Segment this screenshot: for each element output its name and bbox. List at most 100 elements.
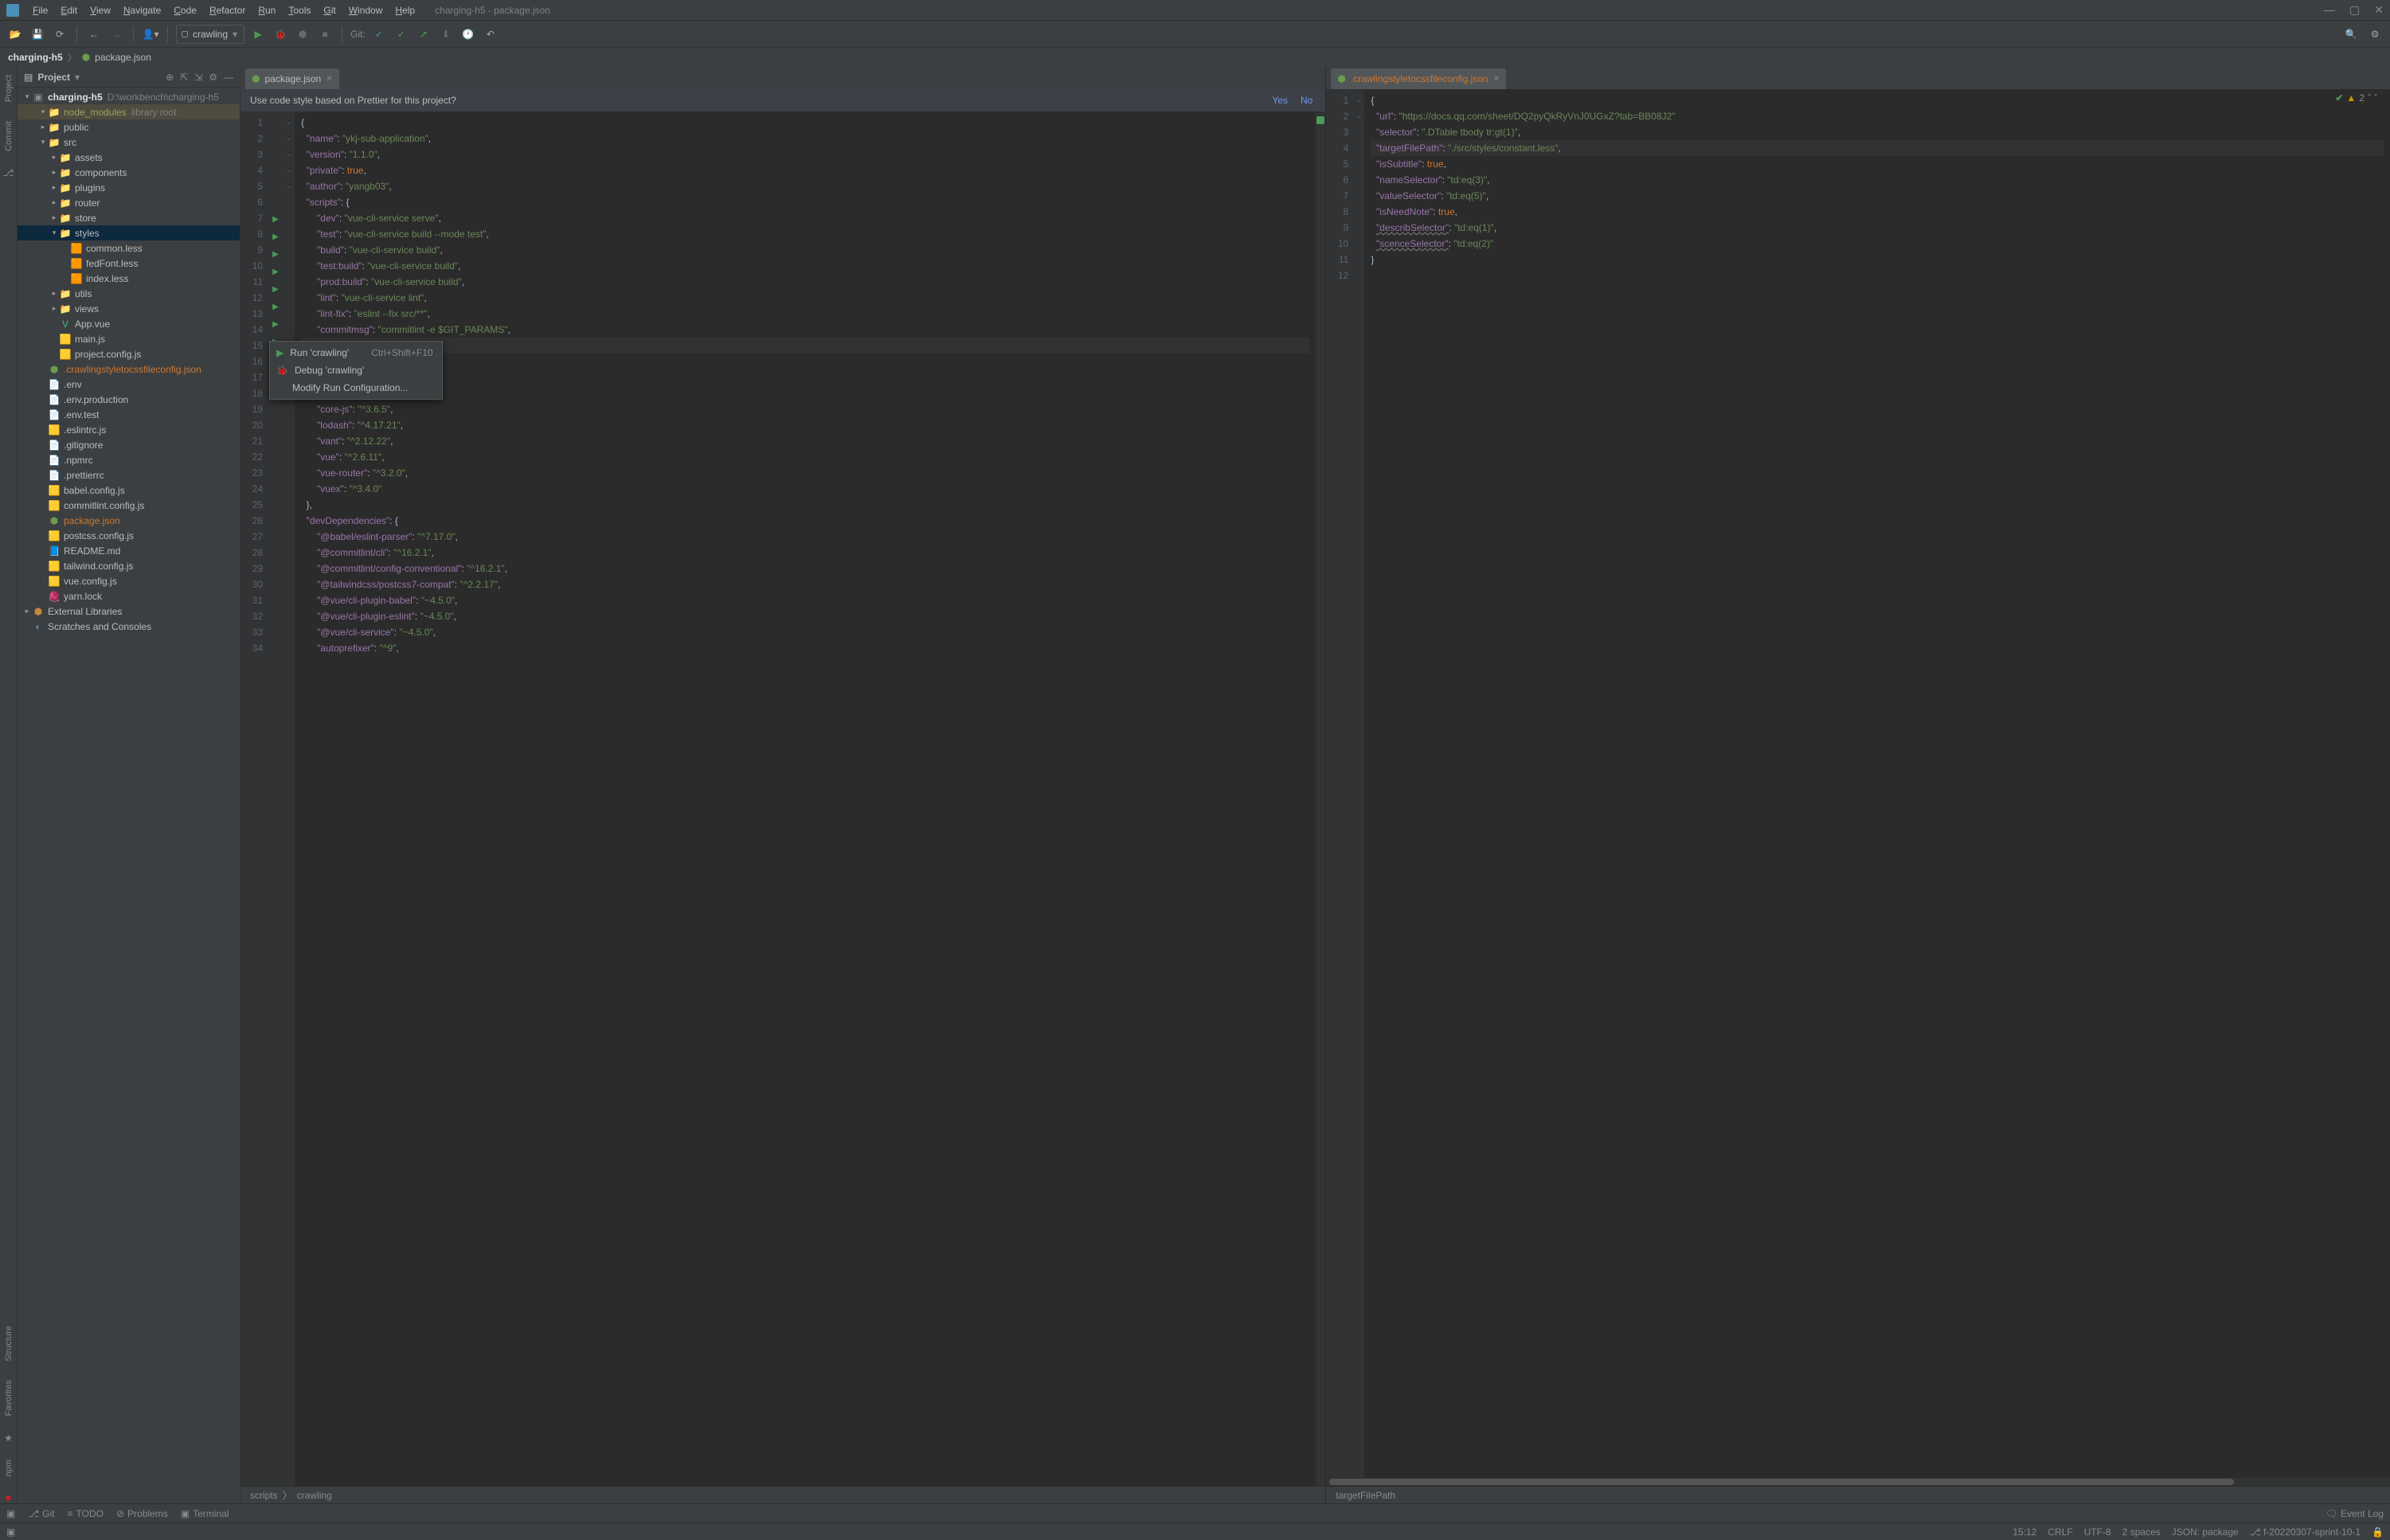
menu-view[interactable]: View: [84, 2, 116, 18]
git-clock-icon[interactable]: 🕐: [460, 25, 477, 43]
save-icon[interactable]: 💾: [29, 25, 46, 43]
menu-git[interactable]: Git: [318, 2, 341, 18]
tree-item[interactable]: 📄.prettierrc: [18, 467, 240, 483]
ctx-item[interactable]: ▶Run 'crawling'Ctrl+Shift+F10: [270, 344, 442, 362]
tab-crawling-config[interactable]: ⬢ .crawlingstyletocssfileconfig.json ✕: [1331, 68, 1506, 89]
menu-code[interactable]: Code: [168, 2, 202, 18]
tree-item[interactable]: 🧶yarn.lock: [18, 588, 240, 604]
chevron-up-icon[interactable]: ˆ: [2368, 92, 2371, 104]
tree-item[interactable]: ▸📁utils: [18, 286, 240, 301]
run-line-icon[interactable]: ▶: [272, 303, 279, 311]
hide-icon[interactable]: —: [224, 72, 233, 83]
editor-right-code[interactable]: 123456789101112 - - { "url": "https://do…: [1326, 89, 2390, 1478]
notif-yes[interactable]: Yes: [1272, 95, 1288, 106]
tool-tab-npm[interactable]: npm: [4, 1456, 14, 1479]
locate-icon[interactable]: ⊕: [166, 72, 174, 83]
run-line-icon[interactable]: ▶: [272, 215, 279, 224]
branch-icon[interactable]: ⎇: [3, 167, 14, 178]
tree-item[interactable]: ▸📁assets: [18, 150, 240, 165]
run-line-icon[interactable]: ▶: [272, 250, 279, 259]
tool-tab-structure[interactable]: Structure: [4, 1323, 14, 1365]
status-placeholder[interactable]: ▣: [6, 1526, 15, 1538]
horizontal-scrollbar[interactable]: [1326, 1478, 2390, 1486]
expand-icon[interactable]: ⇱: [180, 72, 188, 83]
status-branch[interactable]: ⎇ f-20220307-sprint-10-1: [2250, 1526, 2361, 1538]
tool-tab-event-log[interactable]: 🗨 Event Log: [2325, 1508, 2384, 1519]
tree-item[interactable]: 📄.npmrc: [18, 452, 240, 467]
crumb-item[interactable]: scripts: [250, 1490, 278, 1501]
tw-placeholder-icon[interactable]: ▣: [6, 1508, 15, 1519]
notif-no[interactable]: No: [1301, 95, 1312, 106]
menu-window[interactable]: Window: [343, 2, 389, 18]
run-line-icon[interactable]: ▶: [272, 268, 279, 276]
open-icon[interactable]: 📂: [6, 25, 24, 43]
tool-tab-project[interactable]: Project: [4, 72, 14, 105]
search-icon[interactable]: 🔍: [2342, 25, 2360, 43]
close-tab-icon[interactable]: ✕: [1493, 75, 1500, 84]
tree-item[interactable]: 🟧index.less: [18, 271, 240, 286]
tree-item[interactable]: 🟨tailwind.config.js: [18, 558, 240, 573]
tree-item[interactable]: VApp.vue: [18, 316, 240, 331]
tree-item[interactable]: 📄.env: [18, 377, 240, 392]
crumb-item[interactable]: crawling: [297, 1490, 332, 1501]
debug-icon[interactable]: 🐞: [272, 25, 289, 43]
tree-item[interactable]: 🟨vue.config.js: [18, 573, 240, 588]
minimize-icon[interactable]: —: [2324, 3, 2335, 17]
tree-root[interactable]: ▾ ▣ charging-h5 D:\workbench\charging-h5: [18, 89, 240, 104]
run-line-icon[interactable]: ▶: [272, 233, 279, 241]
tree-item[interactable]: 🟨project.config.js: [18, 346, 240, 362]
npm-icon[interactable]: ■: [6, 1492, 11, 1503]
tree-item[interactable]: ▸📁public: [18, 119, 240, 135]
settings-icon[interactable]: ⚙: [2366, 25, 2384, 43]
gear-icon[interactable]: ⚙: [209, 72, 217, 83]
tree-item[interactable]: 📘README.md: [18, 543, 240, 558]
tree-item[interactable]: 🟧fedFont.less: [18, 256, 240, 271]
menu-help[interactable]: Help: [389, 2, 420, 18]
tree-item[interactable]: 🟧common.less: [18, 240, 240, 256]
reload-icon[interactable]: ⟳: [51, 25, 68, 43]
menu-edit[interactable]: Edit: [55, 2, 83, 18]
tree-item[interactable]: ▾📁styles: [18, 225, 240, 240]
menu-refactor[interactable]: Refactor: [204, 2, 251, 18]
run-config-selector[interactable]: crawling ▾: [176, 25, 244, 44]
git-revert-icon[interactable]: ↶: [482, 25, 499, 43]
tree-item[interactable]: 📄.gitignore: [18, 437, 240, 452]
tree-item[interactable]: ▾📁node_moduleslibrary root: [18, 104, 240, 119]
star-icon[interactable]: ★: [4, 1433, 13, 1444]
tool-tab-favorites[interactable]: Favorites: [4, 1377, 14, 1419]
git-push-icon[interactable]: ↗: [415, 25, 432, 43]
tree-item[interactable]: ▸📁views: [18, 301, 240, 316]
tool-tab-commit[interactable]: Commit: [4, 118, 14, 154]
tree-ext-lib[interactable]: ▸ ⬢ External Libraries: [18, 604, 240, 619]
breadcrumb-root[interactable]: charging-h5: [8, 52, 63, 63]
menu-run[interactable]: Run: [252, 2, 281, 18]
tree-item[interactable]: 🟨.eslintrc.js: [18, 422, 240, 437]
tool-tab-terminal[interactable]: ▣ Terminal: [181, 1508, 229, 1519]
git-update-icon[interactable]: ✓: [370, 25, 388, 43]
menu-tools[interactable]: Tools: [283, 2, 316, 18]
coverage-icon[interactable]: ⬢: [294, 25, 311, 43]
tree-item[interactable]: 🟨postcss.config.js: [18, 528, 240, 543]
ctx-item[interactable]: Modify Run Configuration...: [270, 379, 442, 397]
tool-tab-problems[interactable]: ⊘ Problems: [116, 1508, 168, 1519]
maximize-icon[interactable]: ▢: [2349, 3, 2360, 17]
tree-item[interactable]: 🟨commitlint.config.js: [18, 498, 240, 513]
tree-item[interactable]: ⬢package.json: [18, 513, 240, 528]
status-indent[interactable]: 2 spaces: [2122, 1526, 2161, 1538]
crumb-item[interactable]: targetFilePath: [1336, 1490, 1395, 1501]
tree-item[interactable]: 🟨babel.config.js: [18, 483, 240, 498]
code-content[interactable]: { "url": "https://docs.qq.com/sheet/DQ2p…: [1364, 89, 2390, 1478]
stop-icon[interactable]: ■: [316, 25, 334, 43]
run-icon[interactable]: ▶: [249, 25, 267, 43]
ctx-item[interactable]: 🐞Debug 'crawling': [270, 362, 442, 379]
tree-item[interactable]: 🟨main.js: [18, 331, 240, 346]
editor-left-code[interactable]: 1234567891011121314151617181920212223242…: [241, 111, 1325, 1486]
git-commit-icon[interactable]: ✓: [393, 25, 410, 43]
breadcrumb-file[interactable]: package.json: [95, 52, 151, 63]
menu-file[interactable]: File: [27, 2, 53, 18]
tree-item[interactable]: ▸📁components: [18, 165, 240, 180]
chevron-down-icon[interactable]: ▾: [75, 72, 80, 83]
run-line-icon[interactable]: ▶: [272, 285, 279, 294]
tree-item[interactable]: ▸📁plugins: [18, 180, 240, 195]
inspection-widget[interactable]: ✔ ▲ 2 ˆ ˇ: [2335, 92, 2377, 104]
